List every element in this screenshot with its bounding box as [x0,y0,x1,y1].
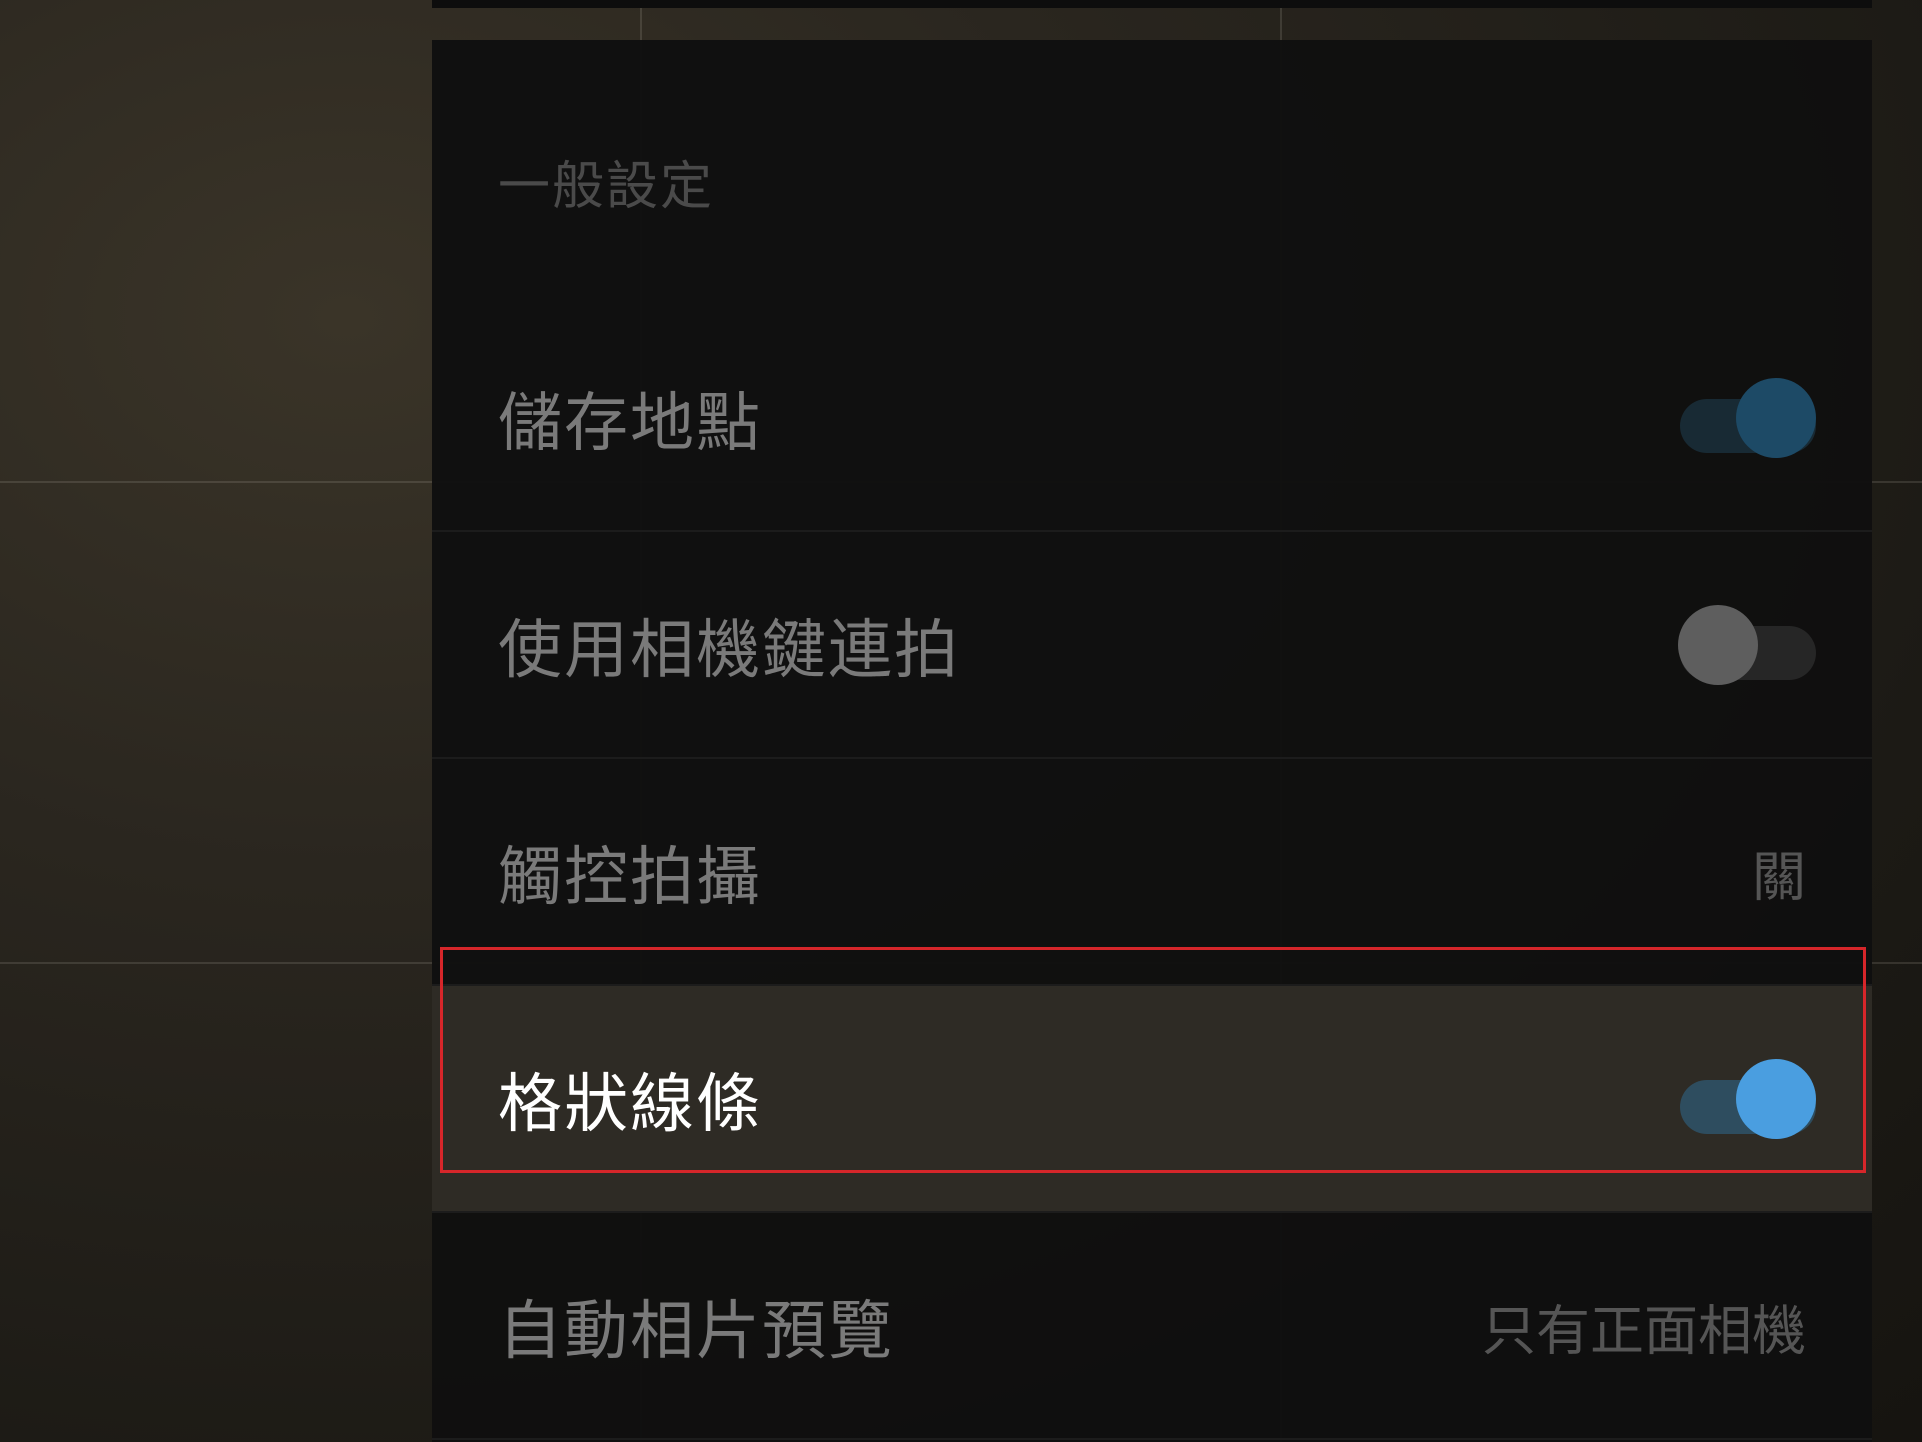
setting-row-camera-key-burst[interactable]: 使用相機鍵連拍 [432,532,1872,759]
toggle-thumb [1678,604,1758,685]
section-header: 一般設定 [498,157,715,217]
setting-value: 只有正面相機 [1482,1299,1806,1362]
setting-label: 儲存地點 [498,386,762,461]
setting-row-auto-photo-preview[interactable]: 自動相片預覽 只有正面相機 [432,1213,1872,1440]
setting-row-grid-lines[interactable]: 格狀線條 [432,986,1872,1213]
setting-row-save-location[interactable]: 儲存地點 [432,305,1872,532]
toggle-thumb [1736,377,1816,458]
toggle-thumb [1736,1058,1816,1139]
top-strip [432,0,1872,8]
setting-label: 自動相片預覽 [498,1294,894,1369]
camera-key-burst-toggle[interactable] [1678,603,1818,687]
setting-row-touch-capture[interactable]: 觸控拍攝 關 [432,759,1872,986]
grid-lines-toggle[interactable] [1678,1057,1818,1141]
setting-label: 使用相機鍵連拍 [498,613,960,688]
setting-value: 關 [1752,845,1806,908]
setting-label: 格狀線條 [498,1067,762,1142]
setting-label: 觸控拍攝 [498,840,762,915]
save-location-toggle[interactable] [1678,376,1818,460]
settings-panel: 一般設定 儲存地點 使用相機鍵連拍 觸控拍攝 關 格狀線條 自動相片預覽 只有正… [432,40,1872,1442]
